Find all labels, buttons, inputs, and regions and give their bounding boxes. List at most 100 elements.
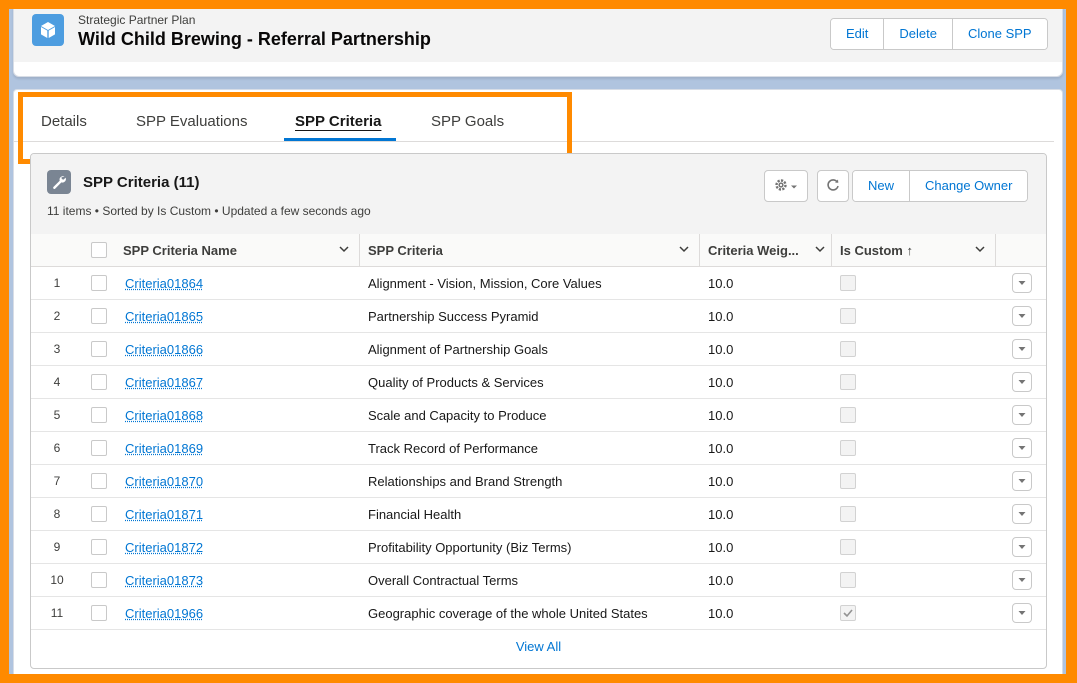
criteria-cell: Financial Health xyxy=(360,497,700,531)
chevron-down-icon xyxy=(1018,281,1026,285)
row-checkbox[interactable] xyxy=(91,506,107,523)
wrench-icon xyxy=(47,170,71,194)
name-cell: Criteria01869 xyxy=(115,431,360,465)
row-number: 8 xyxy=(31,497,83,531)
delete-button[interactable]: Delete xyxy=(883,19,952,49)
criteria-name-link[interactable]: Criteria01864 xyxy=(125,276,203,291)
row-action-menu-button[interactable] xyxy=(1012,273,1032,293)
row-select-cell xyxy=(83,563,115,597)
row-checkbox[interactable] xyxy=(91,605,107,622)
chevron-down-icon xyxy=(1018,545,1026,549)
row-select-cell xyxy=(83,596,115,630)
row-checkbox[interactable] xyxy=(91,572,107,589)
chevron-down-icon xyxy=(790,179,798,194)
criteria-cell: Profitability Opportunity (Biz Terms) xyxy=(360,530,700,564)
related-list-actions: New Change Owner xyxy=(852,170,1029,202)
row-action-menu-button[interactable] xyxy=(1012,504,1032,524)
change-owner-button[interactable]: Change Owner xyxy=(909,171,1028,201)
column-label: SPP Criteria xyxy=(368,242,443,258)
row-checkbox[interactable] xyxy=(91,275,107,292)
clone-spp-button[interactable]: Clone SPP xyxy=(951,19,1047,49)
criteria-name-link[interactable]: Criteria01865 xyxy=(125,309,203,324)
table-row: 11 Criteria01966 Geographic coverage of th… xyxy=(31,596,1046,630)
criteria-name-link[interactable]: Criteria01868 xyxy=(125,408,203,423)
weight-cell: 10.0 xyxy=(700,398,832,432)
weight-cell: 10.0 xyxy=(700,563,832,597)
row-checkbox[interactable] xyxy=(91,539,107,556)
refresh-button[interactable] xyxy=(817,170,849,202)
column-header-weight[interactable]: Criteria Weig... xyxy=(700,234,832,267)
select-all-checkbox[interactable] xyxy=(91,242,107,259)
criteria-cell: Alignment of Partnership Goals xyxy=(360,332,700,366)
row-number: 10 xyxy=(31,563,83,597)
row-action-menu-button[interactable] xyxy=(1012,339,1032,359)
row-action-menu-button[interactable] xyxy=(1012,372,1032,392)
row-checkbox[interactable] xyxy=(91,473,107,490)
criteria-cell: Geographic coverage of the whole United … xyxy=(360,596,700,630)
view-all-link[interactable]: View All xyxy=(31,639,1046,654)
criteria-name-link[interactable]: Criteria01872 xyxy=(125,540,203,555)
row-action-cell xyxy=(996,431,1046,465)
weight-cell: 10.0 xyxy=(700,464,832,498)
row-select-cell xyxy=(83,266,115,300)
column-header-name[interactable]: SPP Criteria Name xyxy=(115,234,360,267)
related-list-title: SPP Criteria (11) xyxy=(83,174,200,191)
column-header-is-custom[interactable]: Is Custom ↑ xyxy=(832,234,996,267)
edit-button[interactable]: Edit xyxy=(831,19,884,49)
column-header-criteria[interactable]: SPP Criteria xyxy=(360,234,700,267)
criteria-name-link[interactable]: Criteria01966 xyxy=(125,606,203,621)
row-select-cell xyxy=(83,497,115,531)
row-action-cell xyxy=(996,530,1046,564)
row-checkbox[interactable] xyxy=(91,308,107,325)
chevron-down-icon[interactable] xyxy=(338,243,350,258)
select-all-header xyxy=(83,234,115,267)
row-checkbox[interactable] xyxy=(91,407,107,424)
row-number: 1 xyxy=(31,266,83,300)
criteria-name-link[interactable]: Criteria01870 xyxy=(125,474,203,489)
spp-criteria-related-list: SPP Criteria (11) 11 items • Sorted by I… xyxy=(30,153,1047,669)
criteria-name-link[interactable]: Criteria01869 xyxy=(125,441,203,456)
row-number: 9 xyxy=(31,530,83,564)
chevron-down-icon xyxy=(1018,578,1026,582)
is-custom-cell xyxy=(832,497,996,531)
chevron-down-icon[interactable] xyxy=(814,243,826,258)
list-settings-button[interactable] xyxy=(764,170,808,202)
is-custom-checkbox xyxy=(840,506,856,523)
row-checkbox[interactable] xyxy=(91,374,107,391)
weight-cell: 10.0 xyxy=(700,299,832,333)
criteria-name-link[interactable]: Criteria01866 xyxy=(125,342,203,357)
chevron-down-icon[interactable] xyxy=(974,243,986,258)
criteria-name-link[interactable]: Criteria01873 xyxy=(125,573,203,588)
name-cell: Criteria01872 xyxy=(115,530,360,564)
row-action-menu-button[interactable] xyxy=(1012,438,1032,458)
row-checkbox[interactable] xyxy=(91,341,107,358)
related-list-header: SPP Criteria (11) 11 items • Sorted by I… xyxy=(31,154,1046,235)
record-title: Wild Child Brewing - Referral Partnershi… xyxy=(78,29,431,49)
row-number: 2 xyxy=(31,299,83,333)
related-list-meta: 11 items • Sorted by Is Custom • Updated… xyxy=(47,204,371,218)
new-button[interactable]: New xyxy=(853,171,910,201)
is-custom-cell xyxy=(832,431,996,465)
row-action-menu-button[interactable] xyxy=(1012,537,1032,557)
criteria-cell: Quality of Products & Services xyxy=(360,365,700,399)
chevron-down-icon[interactable] xyxy=(678,243,690,258)
main-card: Details SPP Evaluations SPP Criteria SPP… xyxy=(13,89,1063,674)
record-type-label: Strategic Partner Plan xyxy=(78,13,196,27)
row-action-menu-button[interactable] xyxy=(1012,570,1032,590)
table-header-row: SPP Criteria Name SPP Criteria Criteria … xyxy=(31,234,1046,267)
table-row: 9 Criteria01872 Profitability Opportunity … xyxy=(31,530,1046,564)
criteria-name-link[interactable]: Criteria01867 xyxy=(125,375,203,390)
row-action-menu-button[interactable] xyxy=(1012,471,1032,491)
weight-cell: 10.0 xyxy=(700,266,832,300)
criteria-cell: Alignment - Vision, Mission, Core Values xyxy=(360,266,700,300)
row-action-menu-button[interactable] xyxy=(1012,603,1032,623)
row-action-menu-button[interactable] xyxy=(1012,405,1032,425)
row-checkbox[interactable] xyxy=(91,440,107,457)
is-custom-checkbox xyxy=(840,605,856,622)
criteria-name-link[interactable]: Criteria01871 xyxy=(125,507,203,522)
weight-cell: 10.0 xyxy=(700,530,832,564)
name-cell: Criteria01873 xyxy=(115,563,360,597)
table-row: 4 Criteria01867 Quality of Products & Serv… xyxy=(31,365,1046,399)
is-custom-cell xyxy=(832,464,996,498)
row-action-menu-button[interactable] xyxy=(1012,306,1032,326)
